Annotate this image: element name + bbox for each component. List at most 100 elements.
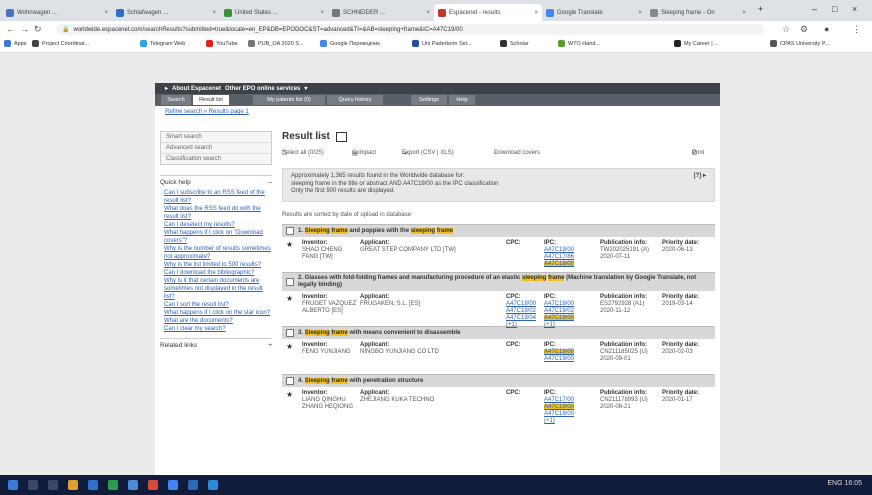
- favorite-star-icon[interactable]: ★: [286, 294, 293, 303]
- quick-help-link[interactable]: Why is the number of results sometimes n…: [160, 245, 272, 261]
- quick-help-link[interactable]: Why is the list limited to 500 results?: [160, 261, 272, 269]
- browser-tab[interactable]: Wohnwagen ... ×: [2, 4, 112, 21]
- ipc-code-link[interactable]: A47C17/86: [544, 254, 574, 260]
- bookmark-item[interactable]: Uni Paderborn Sei...: [412, 40, 472, 47]
- info-toggle-icon[interactable]: [?] ▸: [694, 173, 706, 181]
- back-icon[interactable]: ←: [6, 24, 15, 34]
- classification-search-link[interactable]: Classification search: [161, 154, 271, 164]
- tab-result-list[interactable]: Result list: [193, 95, 229, 105]
- url-input[interactable]: 🔒 worldwide.espacenet.com/searchResults?s…: [56, 24, 764, 35]
- quick-help-link[interactable]: Can I download the bibliographic?: [160, 269, 272, 277]
- cpc-value[interactable]: A47C19/02: [506, 308, 536, 315]
- forward-icon[interactable]: →: [20, 24, 29, 34]
- extension-icon[interactable]: ⚙: [800, 24, 808, 35]
- app-icon[interactable]: [148, 480, 158, 490]
- result-title[interactable]: 3. Sleeping frame with means convenient …: [298, 329, 460, 337]
- browser-tab[interactable]: Schlafwagen ... ×: [112, 4, 220, 21]
- result-checkbox[interactable]: [286, 377, 294, 385]
- file-explorer-icon[interactable]: [68, 480, 78, 490]
- menu-icon[interactable]: ⋮: [852, 24, 861, 35]
- task-view-icon[interactable]: [48, 480, 58, 490]
- result-title-row[interactable]: 3. Sleeping frame with means convenient …: [282, 326, 715, 339]
- tab-settings[interactable]: Settings: [411, 95, 447, 105]
- ipc-code-link[interactable]: A47C19/00: [544, 247, 574, 253]
- ipc-code-link[interactable]: A47C19/00: [544, 315, 575, 321]
- cpc-value[interactable]: A47C19/00: [506, 301, 536, 308]
- close-window-icon[interactable]: ×: [852, 4, 857, 14]
- ipc-code-link[interactable]: A47C17/00: [544, 397, 574, 403]
- ipc-code-link[interactable]: A47C19/00: [544, 349, 575, 355]
- telegram-icon[interactable]: [208, 480, 218, 490]
- ipc-code-link[interactable]: A47C19/00: [544, 301, 574, 307]
- browser-tab[interactable]: Google Translate ×: [542, 4, 646, 21]
- tab-query-history[interactable]: Query history: [327, 95, 383, 105]
- windows-start-icon[interactable]: [8, 480, 18, 490]
- result-title-row[interactable]: 4. Sleeping frame with penetration struc…: [282, 374, 715, 387]
- about-espacenet-link[interactable]: About Espacenet: [172, 86, 221, 92]
- bookmark-item[interactable]: Project Coordinat...: [32, 40, 89, 47]
- ipc-code-link[interactable]: A47C19/00: [544, 356, 574, 362]
- ipc-code-link[interactable]: A47C19/02: [544, 308, 574, 314]
- bookmark-item[interactable]: PUB_OA 2020 S...: [248, 40, 304, 47]
- collapse-icon[interactable]: –: [268, 179, 272, 186]
- system-tray-clock[interactable]: ENG 16:05: [827, 480, 862, 487]
- smart-search-link[interactable]: Smart search: [161, 132, 271, 143]
- bookmark-item[interactable]: Google Переводчик: [320, 40, 380, 47]
- tab-my-patents-list[interactable]: My patents list (0): [253, 95, 325, 105]
- quick-help-link[interactable]: Can I clear my search?: [160, 325, 272, 333]
- related-links-panel[interactable]: Related links +: [160, 338, 272, 349]
- close-tab-icon[interactable]: ×: [423, 10, 430, 16]
- minimize-icon[interactable]: –: [812, 4, 817, 14]
- profile-avatar-icon[interactable]: ●: [824, 24, 829, 34]
- reload-icon[interactable]: ↻: [34, 24, 42, 35]
- tab-search[interactable]: Search: [161, 95, 191, 105]
- breadcrumb[interactable]: Refine search » Results page 1: [165, 109, 249, 115]
- browser-tab[interactable]: SCHNEIDER ... ×: [328, 4, 434, 21]
- advanced-search-link[interactable]: Advanced search: [161, 143, 271, 154]
- quick-help-link[interactable]: Can I subscribe to an RSS feed of the re…: [160, 189, 272, 205]
- rss-feed-icon[interactable]: [335, 131, 347, 142]
- word-icon[interactable]: [88, 480, 98, 490]
- new-tab-icon[interactable]: +: [758, 4, 763, 14]
- browser-tab[interactable]: United States ... ×: [220, 4, 328, 21]
- favorite-star-icon[interactable]: ★: [286, 342, 293, 351]
- bookmark-item[interactable]: CPAS University P...: [770, 40, 829, 47]
- app-icon[interactable]: [128, 480, 138, 490]
- bookmark-item[interactable]: WTO Hand...: [558, 40, 600, 47]
- star-bookmark-icon[interactable]: ☆: [782, 24, 790, 35]
- quick-help-link[interactable]: Can I sort the result list?: [160, 301, 272, 309]
- app-icon[interactable]: [188, 480, 198, 490]
- result-checkbox[interactable]: [286, 227, 294, 235]
- close-tab-icon[interactable]: ×: [101, 10, 108, 16]
- bookmark-item[interactable]: Scholar: [500, 40, 529, 47]
- ipc-code-link[interactable]: A47C19/00: [544, 404, 575, 410]
- result-title[interactable]: 4. Sleeping frame with penetration struc…: [298, 377, 423, 385]
- cpc-value[interactable]: A47C19/04: [506, 315, 536, 322]
- chrome-icon[interactable]: [168, 480, 178, 490]
- bookmark-item[interactable]: My Career | ...: [674, 40, 719, 47]
- result-title[interactable]: 1. Sleeping frame and poppies with the s…: [298, 227, 454, 235]
- quick-help-link[interactable]: What are the documents?: [160, 317, 272, 325]
- bookmark-item[interactable]: Telegram Web: [140, 40, 185, 47]
- quick-help-link[interactable]: Why is it that certain documents are som…: [160, 277, 272, 301]
- quick-help-link[interactable]: Can I deselect my results?: [160, 221, 272, 229]
- result-checkbox[interactable]: [286, 278, 294, 286]
- close-tab-icon[interactable]: ×: [531, 10, 538, 16]
- bookmark-item[interactable]: YouTube: [206, 40, 238, 47]
- result-checkbox[interactable]: [286, 329, 294, 337]
- tab-help[interactable]: Help: [449, 95, 475, 105]
- close-tab-icon[interactable]: ×: [635, 10, 642, 16]
- quick-help-link[interactable]: What happens if I click on "Download cov…: [160, 229, 272, 245]
- cpc-value[interactable]: (+1): [506, 322, 536, 329]
- browser-tab[interactable]: Sleeping frame - On ×: [646, 4, 750, 21]
- quick-help-link[interactable]: What happens if I click on the star icon…: [160, 309, 272, 317]
- favorite-star-icon[interactable]: ★: [286, 390, 293, 399]
- excel-icon[interactable]: [108, 480, 118, 490]
- close-tab-icon[interactable]: ×: [317, 10, 324, 16]
- ipc-code-link[interactable]: A47C19/00: [544, 261, 575, 267]
- ipc-code-link[interactable]: A47C19/00: [544, 411, 574, 417]
- ipc-code-link[interactable]: (+1): [544, 418, 555, 424]
- browser-tab-active[interactable]: Espacenet - results ×: [434, 4, 542, 21]
- result-title-row[interactable]: 2. Glasses with fold-folding frames and …: [282, 272, 715, 291]
- result-title-row[interactable]: 1. Sleeping frame and poppies with the s…: [282, 224, 715, 237]
